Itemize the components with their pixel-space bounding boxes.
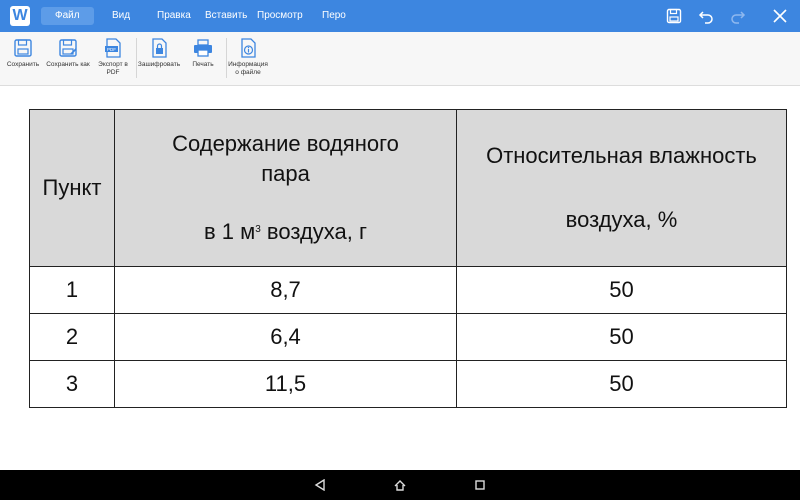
cell-humidity[interactable]: 50 [456, 360, 787, 408]
cell-vapor[interactable]: 11,5 [114, 360, 457, 408]
recents-icon[interactable] [472, 477, 488, 493]
header-vapor-line3: в 1 м3 воздуха, г [115, 217, 456, 247]
save-as-button[interactable]: Сохранить как [46, 36, 90, 84]
save-as-label: Сохранить как [46, 61, 90, 68]
encrypt-label: Зашифровать [137, 61, 181, 68]
system-nav-bar [0, 470, 800, 500]
cell-vapor[interactable]: 8,7 [114, 266, 457, 314]
header-vapor-line1: Содержание водяного [172, 131, 399, 156]
menu-review[interactable]: Просмотр [257, 7, 303, 25]
table-row: 3 11,5 50 [29, 360, 787, 408]
lock-file-icon [152, 38, 167, 58]
cell-point[interactable]: 3 [29, 360, 115, 408]
export-pdf-button[interactable]: PDF Экспорт в PDF [91, 36, 135, 84]
save-file-icon [14, 39, 32, 57]
cell-point[interactable]: 2 [29, 313, 115, 361]
cell-vapor[interactable]: 6,4 [114, 313, 457, 361]
save-icon[interactable] [664, 6, 684, 26]
export-pdf-label: Экспорт в PDF [98, 61, 128, 76]
header-humidity: Относительная влажность воздуха, % [456, 109, 787, 267]
back-icon[interactable] [312, 477, 328, 493]
menu-pen[interactable]: Перо [322, 7, 346, 25]
file-info-label: Информация о файле [228, 61, 268, 76]
header-vapor-line3-post: воздуха, г [260, 219, 368, 244]
encrypt-button[interactable]: Зашифровать [137, 36, 181, 84]
cell-humidity[interactable]: 50 [456, 266, 787, 314]
info-file-icon [241, 38, 256, 58]
undo-icon[interactable] [696, 6, 716, 26]
header-humidity-line1: Относительная влажность [486, 143, 757, 168]
data-table: Пункт Содержание водяного пара в 1 м3 во… [29, 109, 787, 408]
pdf-file-icon: PDF [105, 38, 121, 58]
print-button[interactable]: Печать [181, 36, 225, 84]
document-area: Пункт Содержание водяного пара в 1 м3 во… [0, 87, 800, 470]
header-point: Пункт [29, 109, 115, 267]
home-icon[interactable] [392, 477, 408, 493]
menu-file[interactable]: Файл [41, 7, 94, 25]
redo-icon[interactable] [728, 6, 748, 26]
app-logo-icon[interactable]: W [10, 6, 30, 26]
table-header-row: Пункт Содержание водяного пара в 1 м3 во… [29, 109, 787, 267]
menu-insert[interactable]: Вставить [205, 7, 247, 25]
save-as-icon [59, 39, 77, 57]
menu-edit[interactable]: Правка [157, 7, 191, 25]
cell-humidity[interactable]: 50 [456, 313, 787, 361]
print-label: Печать [192, 61, 214, 68]
save-label: Сохранить [6, 61, 40, 68]
menu-bar: W Файл Вид Правка Вставить Просмотр Перо [0, 0, 800, 32]
printer-icon [194, 39, 212, 57]
close-icon[interactable] [770, 6, 790, 26]
cell-point[interactable]: 1 [29, 266, 115, 314]
header-vapor-content: Содержание водяного пара в 1 м3 воздуха,… [114, 109, 457, 267]
toolbar: Сохранить Сохранить как PDF Экспорт в PD… [0, 32, 800, 86]
save-button[interactable]: Сохранить [1, 36, 45, 84]
pdf-badge: PDF [107, 47, 116, 52]
file-info-button[interactable]: Информация о файле [226, 36, 270, 84]
header-humidity-line2: воздуха, % [565, 207, 678, 232]
header-vapor-line3-pre: в 1 м [203, 219, 256, 244]
header-vapor-superscript: 3 [255, 224, 261, 235]
menu-view[interactable]: Вид [112, 7, 130, 25]
table-row: 2 6,4 50 [29, 313, 787, 361]
header-vapor-line2: пара [261, 161, 310, 186]
table-row: 1 8,7 50 [29, 266, 787, 314]
